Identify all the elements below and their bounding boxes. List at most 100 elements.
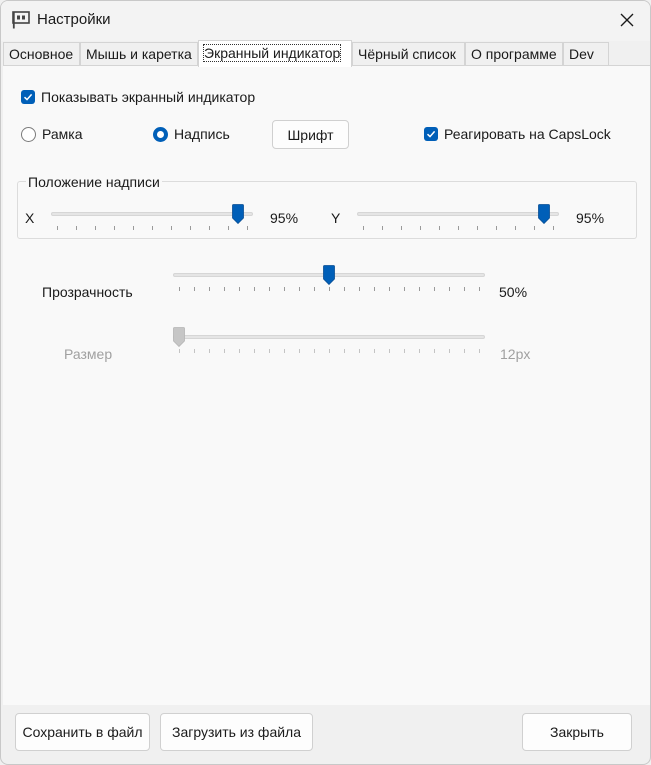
slider-tick <box>114 226 115 230</box>
tab-blacklist[interactable]: Чёрный список <box>352 42 465 66</box>
slider-tick <box>458 226 459 230</box>
x-label: X <box>25 210 35 226</box>
show-indicator-label: Показывать экранный индикатор <box>41 89 256 105</box>
slider-tick <box>247 226 248 230</box>
window-title: Настройки <box>37 11 111 28</box>
slider-tick <box>389 287 390 291</box>
slider-tick <box>420 226 421 230</box>
slider-tick <box>344 287 345 291</box>
slider-tick <box>359 287 360 291</box>
slider-tick <box>404 349 405 353</box>
slider-tick <box>239 349 240 353</box>
checkmark-icon <box>426 130 436 138</box>
slider-tick <box>299 287 300 291</box>
slider-tick <box>171 226 172 230</box>
slider-tick <box>152 226 153 230</box>
slider-ticks <box>363 226 554 231</box>
slider-tick <box>382 226 383 230</box>
load-from-file-button[interactable]: Загрузить из файла <box>160 713 313 751</box>
slider-tick <box>224 349 225 353</box>
slider-tick <box>479 349 480 353</box>
slider-tick <box>477 226 478 230</box>
slider-tick <box>209 226 210 230</box>
slider-tick <box>419 287 420 291</box>
slider-track <box>173 335 485 339</box>
slider-tick <box>224 287 225 291</box>
x-value: 95% <box>270 210 299 226</box>
title-bar: Настройки <box>1 1 650 41</box>
save-to-file-button[interactable]: Сохранить в файл <box>15 713 150 751</box>
radio-frame-label: Рамка <box>42 126 83 142</box>
slider-tick <box>133 226 134 230</box>
slider-tick <box>209 349 210 353</box>
slider-tick <box>419 349 420 353</box>
transparency-slider[interactable] <box>173 265 485 292</box>
slider-tick <box>254 287 255 291</box>
size-value: 12px <box>500 346 531 362</box>
slider-tick <box>439 226 440 230</box>
close-button[interactable]: Закрыть <box>522 713 632 751</box>
screen-indicator-panel: Показывать экранный индикатор Рамка Надп… <box>3 65 650 705</box>
slider-tick <box>284 349 285 353</box>
tab-dev[interactable]: Dev <box>563 42 609 66</box>
slider-tick <box>401 226 402 230</box>
font-button[interactable]: Шрифт <box>272 120 349 149</box>
y-slider[interactable] <box>357 204 559 231</box>
slider-tick <box>464 287 465 291</box>
slider-tick <box>269 349 270 353</box>
tab-mouse-caret[interactable]: Мышь и каретка <box>80 42 198 66</box>
y-value: 95% <box>576 210 605 226</box>
slider-tick <box>299 349 300 353</box>
slider-tick <box>95 226 96 230</box>
slider-thumb[interactable] <box>232 204 244 224</box>
slider-tick <box>314 349 315 353</box>
slider-track <box>357 212 559 216</box>
slider-tick <box>389 349 390 353</box>
slider-tick <box>239 287 240 291</box>
x-slider[interactable] <box>51 204 253 230</box>
slider-tick <box>434 287 435 291</box>
slider-ticks <box>179 287 480 292</box>
transparency-value: 50% <box>499 284 528 300</box>
slider-tick <box>496 226 497 230</box>
slider-tick <box>57 226 58 230</box>
slider-tick <box>228 226 229 230</box>
tab-about[interactable]: О программе <box>465 42 563 66</box>
show-indicator-checkbox[interactable]: Показывать экранный индикатор <box>21 89 255 105</box>
slider-tick <box>534 226 535 230</box>
radio-text-label: Надпись <box>174 126 230 142</box>
flag-icon <box>12 11 30 29</box>
slider-tick <box>76 226 77 230</box>
slider-thumb <box>173 327 185 347</box>
transparency-label: Прозрачность <box>42 284 133 300</box>
slider-tick <box>329 349 330 353</box>
tab-strip: Основное Мышь и каретка Экранный индикат… <box>3 40 609 67</box>
tab-screen-indicator[interactable]: Экранный индикатор <box>198 40 352 67</box>
slider-thumb[interactable] <box>538 204 550 224</box>
tab-general[interactable]: Основное <box>3 42 80 66</box>
slider-tick <box>254 349 255 353</box>
capslock-checkbox[interactable]: Реагировать на CapsLock <box>424 126 611 142</box>
slider-tick <box>553 226 554 230</box>
settings-window: Настройки Основное Мышь и каретка Экранн… <box>0 0 651 765</box>
slider-tick <box>194 287 195 291</box>
close-window-button[interactable] <box>604 1 650 39</box>
capslock-label: Реагировать на CapsLock <box>444 126 611 142</box>
radio-frame[interactable]: Рамка <box>21 126 83 142</box>
group-title: Положение надписи <box>26 174 162 190</box>
slider-tick <box>404 287 405 291</box>
slider-tick <box>344 349 345 353</box>
slider-tick <box>284 287 285 291</box>
slider-tick <box>179 287 180 291</box>
slider-tick <box>190 226 191 230</box>
slider-tick <box>434 349 435 353</box>
slider-track <box>51 212 253 216</box>
slider-thumb[interactable] <box>323 265 335 285</box>
slider-tick <box>179 349 180 353</box>
size-label: Размер <box>64 346 113 362</box>
checkmark-icon <box>23 93 33 101</box>
slider-tick <box>269 287 270 291</box>
size-slider <box>173 327 485 353</box>
radio-text[interactable]: Надпись <box>153 126 230 142</box>
slider-tick <box>374 349 375 353</box>
